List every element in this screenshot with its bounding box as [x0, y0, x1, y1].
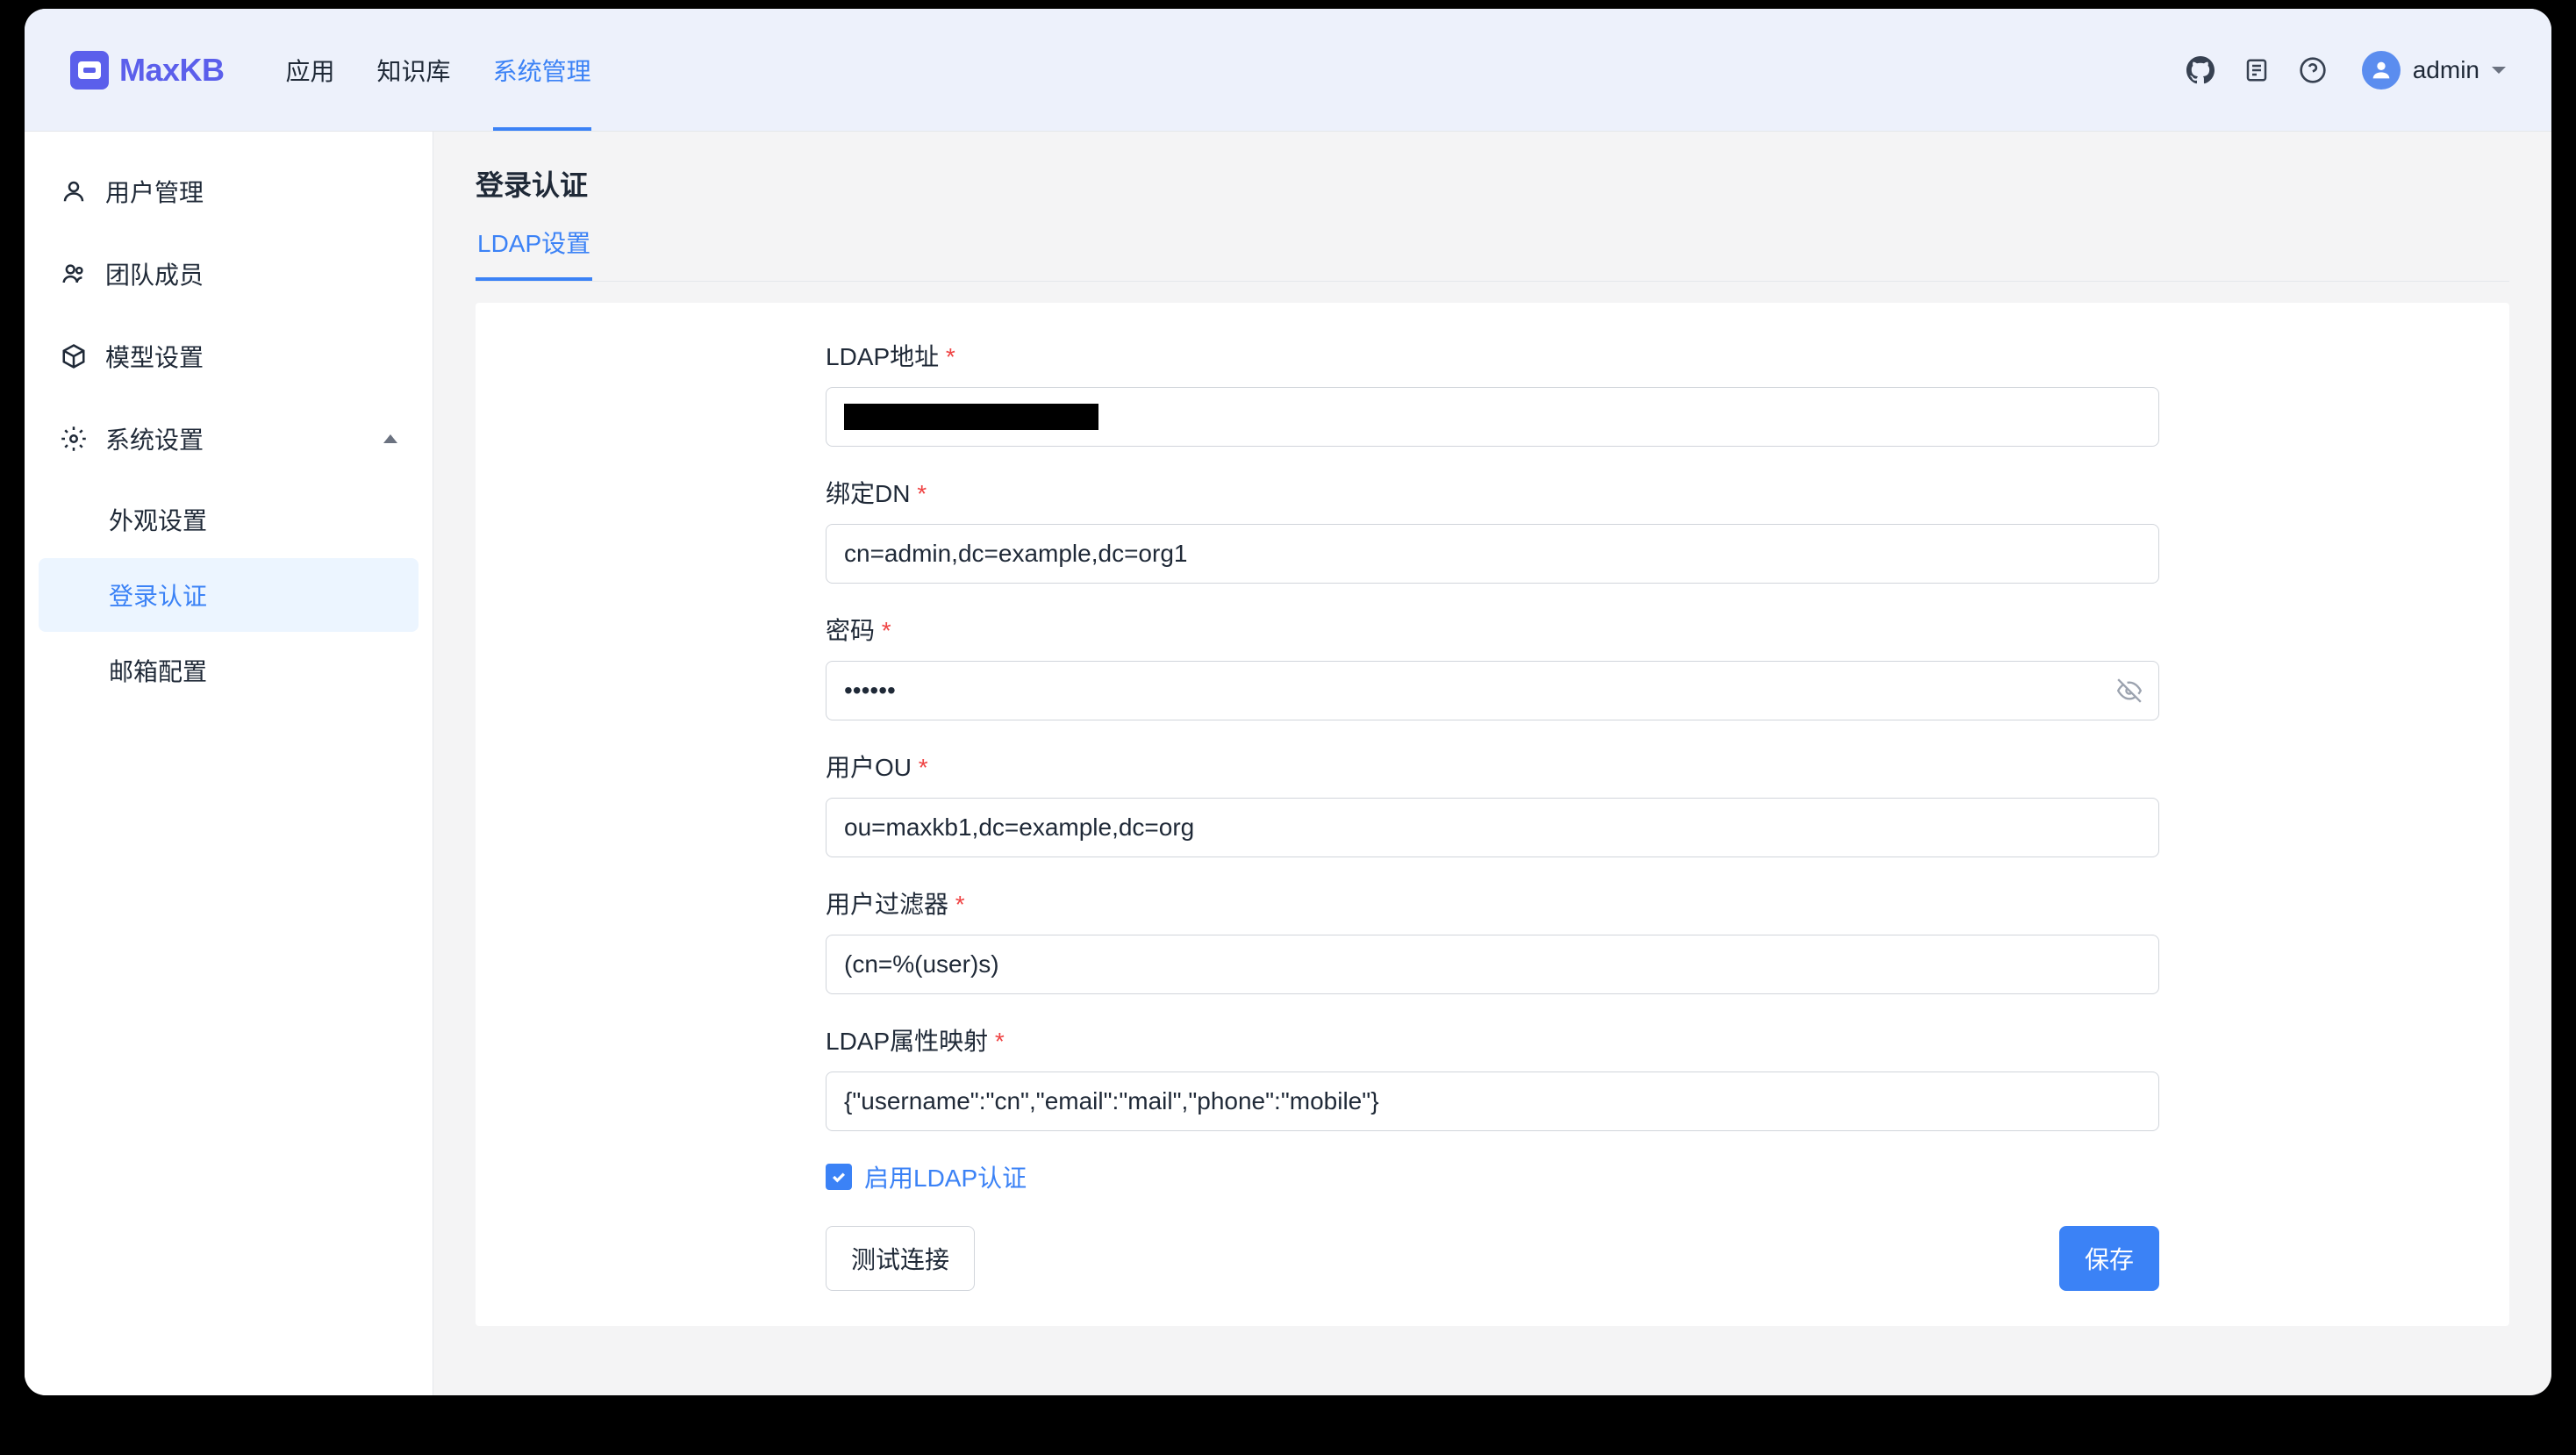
input-user-filter[interactable]: [826, 935, 2159, 994]
chevron-up-icon: [383, 434, 397, 443]
label-bind-dn: 绑定DN: [826, 475, 2159, 510]
input-bind-dn[interactable]: [826, 524, 2159, 584]
form-group-ldap-mapping: LDAP属性映射: [826, 1022, 2159, 1131]
avatar: [2362, 51, 2401, 90]
logo[interactable]: MaxKB: [70, 51, 225, 90]
header-right: admin: [2185, 51, 2506, 90]
redacted-value: [844, 404, 1098, 430]
logo-text: MaxKB: [119, 52, 225, 89]
sidebar-subitem-email-config[interactable]: 邮箱配置: [39, 634, 419, 707]
dropdown-caret-icon: [2492, 67, 2506, 74]
main-content: 登录认证 LDAP设置 LDAP地址 绑定DN: [433, 132, 2551, 1395]
input-ldap-address[interactable]: [826, 387, 2159, 447]
label-user-filter: 用户过滤器: [826, 885, 2159, 921]
user-menu[interactable]: admin: [2362, 51, 2506, 90]
input-user-ou[interactable]: [826, 798, 2159, 857]
sidebar-item-user-management[interactable]: 用户管理: [39, 153, 419, 230]
sidebar-subitem-login-auth[interactable]: 登录认证: [39, 558, 419, 632]
sidebar-item-model-settings[interactable]: 模型设置: [39, 318, 419, 395]
eye-off-icon[interactable]: [2117, 678, 2142, 703]
sidebar-item-team-members[interactable]: 团队成员: [39, 235, 419, 312]
form-group-user-ou: 用户OU: [826, 749, 2159, 857]
sidebar-item-system-settings[interactable]: 系统设置: [39, 400, 419, 477]
sidebar-item-label: 用户管理: [105, 174, 204, 209]
form-group-bind-dn: 绑定DN: [826, 475, 2159, 584]
form-panel: LDAP地址 绑定DN 密码: [476, 303, 2509, 1326]
sidebar-item-label: 系统设置: [105, 421, 204, 456]
nav-tabs: 应用 知识库 系统管理: [286, 9, 591, 131]
label-password: 密码: [826, 612, 2159, 647]
form-actions: 测试连接 保存: [826, 1226, 2159, 1291]
form-group-password: 密码: [826, 612, 2159, 720]
gear-icon: [60, 425, 88, 453]
checkbox-enable-ldap[interactable]: 启用LDAP认证: [826, 1159, 2159, 1194]
input-password[interactable]: [826, 661, 2159, 720]
user-icon: [60, 177, 88, 205]
save-button[interactable]: 保存: [2059, 1226, 2159, 1291]
docs-icon[interactable]: [2241, 54, 2272, 86]
username: admin: [2413, 56, 2479, 84]
form-group-user-filter: 用户过滤器: [826, 885, 2159, 994]
cube-icon: [60, 342, 88, 370]
body: 用户管理 团队成员 模型设置 系统设置: [25, 132, 2551, 1395]
nav-tab-system[interactable]: 系统管理: [493, 9, 591, 131]
checkbox-icon: [826, 1164, 852, 1190]
nav-tab-applications[interactable]: 应用: [286, 9, 335, 131]
checkbox-label: 启用LDAP认证: [864, 1159, 1027, 1194]
help-icon[interactable]: [2297, 54, 2329, 86]
sidebar-subitem-appearance[interactable]: 外观设置: [39, 483, 419, 556]
label-user-ou: 用户OU: [826, 749, 2159, 784]
users-icon: [60, 260, 88, 288]
sidebar: 用户管理 团队成员 模型设置 系统设置: [25, 132, 433, 1395]
input-ldap-mapping[interactable]: [826, 1072, 2159, 1131]
header: MaxKB 应用 知识库 系统管理 admin: [25, 9, 2551, 132]
sidebar-item-label: 团队成员: [105, 256, 204, 291]
label-ldap-address: LDAP地址: [826, 338, 2159, 373]
test-connection-button[interactable]: 测试连接: [826, 1226, 975, 1291]
label-ldap-mapping: LDAP属性映射: [826, 1022, 2159, 1057]
tab-ldap-settings[interactable]: LDAP设置: [476, 225, 592, 281]
github-icon[interactable]: [2185, 54, 2216, 86]
page-title: 登录认证: [476, 163, 2509, 204]
form-group-ldap-address: LDAP地址: [826, 338, 2159, 447]
tab-bar: LDAP设置: [476, 225, 2509, 282]
nav-tab-knowledge[interactable]: 知识库: [377, 9, 451, 131]
logo-icon: [70, 51, 109, 90]
app-window: MaxKB 应用 知识库 系统管理 admin: [25, 9, 2551, 1395]
sidebar-item-label: 模型设置: [105, 339, 204, 374]
